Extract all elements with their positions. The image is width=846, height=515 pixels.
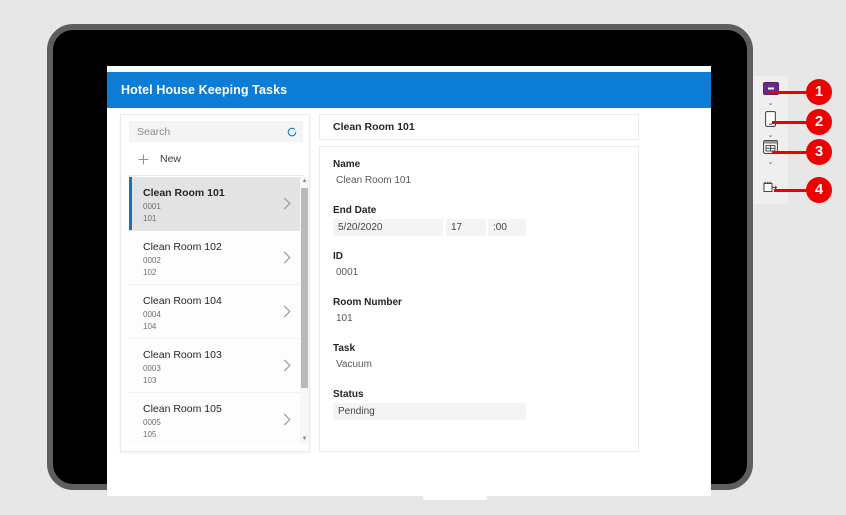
list-item-title: Clean Room 104 <box>143 295 222 307</box>
chevron-down-icon[interactable]: ⌄ <box>767 100 775 107</box>
end-date-input[interactable]: 5/20/2020 <box>333 219 443 236</box>
field-label: Room Number <box>333 297 402 308</box>
chevron-right-icon[interactable] <box>283 413 291 426</box>
list-item-room: 101 <box>143 214 157 223</box>
field-label: End Date <box>333 205 377 216</box>
list-item-id: 0001 <box>143 202 161 211</box>
list-item-room: 104 <box>143 322 157 331</box>
list-item-room: 102 <box>143 268 157 277</box>
field-value: Clean Room 101 <box>336 175 412 186</box>
list-item[interactable]: Clean Room 103 0003 103 <box>129 339 303 393</box>
tablet-device-frame: Hotel House Keeping Tasks Search New Cle… <box>47 24 753 500</box>
search-row[interactable] <box>129 120 303 143</box>
list-item-title: Clean Room 103 <box>143 349 222 361</box>
new-button-label: New <box>160 153 182 165</box>
browse-panel: New Clean Room 101 0001 101 Clean Room 102 0… <box>120 114 310 452</box>
field-value: 0001 <box>336 267 359 278</box>
scroll-down-arrow[interactable]: ▼ <box>300 435 309 444</box>
list-item-id: 0004 <box>143 310 161 319</box>
new-button[interactable]: New <box>129 148 303 170</box>
phone-icon[interactable] <box>765 111 776 127</box>
field-label: Status <box>333 389 364 400</box>
list-item-id: 0005 <box>143 418 161 427</box>
list-item-title: Clean Room 105 <box>143 403 222 415</box>
list-item[interactable]: Clean Room 105 0005 105 <box>129 393 303 444</box>
refresh-icon[interactable] <box>286 126 298 138</box>
gallery-scrollbar[interactable]: ▲ ▼ <box>300 177 309 444</box>
app-body: New Clean Room 101 0001 101 Clean Room 102 0… <box>107 108 711 452</box>
list-item[interactable]: Clean Room 104 0004 104 <box>129 285 303 339</box>
callout-badge-2: 2 <box>806 109 832 135</box>
callout-badge-1: 1 <box>806 79 832 105</box>
home-indicator <box>423 496 487 500</box>
list-item-title: Clean Room 101 <box>143 187 225 199</box>
scrollbar-thumb[interactable] <box>301 188 308 388</box>
detail-form: Name Clean Room 101 End Date 5/20/2020 17:00… <box>319 146 639 452</box>
status-input[interactable]: Pending <box>333 403 526 420</box>
list-item-room: 103 <box>143 376 157 385</box>
tablet-screen: Hotel House Keeping Tasks Search New Cle… <box>107 66 711 496</box>
field-label: Task <box>333 343 356 354</box>
field-value: 101 <box>336 313 353 324</box>
search-input[interactable] <box>129 120 279 143</box>
chevron-right-icon[interactable] <box>283 251 291 264</box>
plus-icon <box>138 154 149 164</box>
task-gallery[interactable]: Clean Room 101 0001 101 Clean Room 102 0002 1… <box>129 177 303 444</box>
chevron-right-icon[interactable] <box>283 305 291 318</box>
page-title: Hotel House Keeping Tasks <box>121 83 288 97</box>
end-minute-input[interactable]: :00 <box>488 219 526 236</box>
list-item-id: 0002 <box>143 256 161 265</box>
list-item-room: 105 <box>143 430 157 439</box>
field-label: Name <box>333 159 361 170</box>
callout-badge-3: 3 <box>806 139 832 165</box>
callout-badge-4: 4 <box>806 177 832 203</box>
chevron-down-icon[interactable]: ⌄ <box>767 159 775 166</box>
scroll-up-arrow[interactable]: ▲ <box>300 177 309 186</box>
detail-title-card: Clean Room 101 <box>319 114 639 140</box>
detail-title: Clean Room 101 <box>333 121 415 133</box>
rail-item-phone[interactable]: ⌄ <box>753 111 788 139</box>
list-item-id: 0003 <box>143 364 161 373</box>
field-value: Vacuum <box>336 359 372 370</box>
list-item[interactable]: Clean Room 101 0001 101 <box>129 177 303 231</box>
list-item[interactable]: Clean Room 102 0002 102 <box>129 231 303 285</box>
chevron-down-icon[interactable]: ⌄ <box>767 132 775 139</box>
app-header: Hotel House Keeping Tasks <box>107 72 711 108</box>
list-item-title: Clean Room 102 <box>143 241 222 253</box>
rail-item-screen[interactable]: ⌄ <box>753 82 788 107</box>
control-rail: ⌄ ⌄ ⌄ <box>753 76 788 204</box>
chevron-right-icon[interactable] <box>283 197 291 210</box>
panel-divider <box>129 175 303 176</box>
app-root: Hotel House Keeping Tasks Search New Cle… <box>107 66 711 496</box>
end-hour-input[interactable]: 17 <box>446 219 486 236</box>
chevron-right-icon[interactable] <box>283 359 291 372</box>
field-label: ID <box>333 251 343 262</box>
